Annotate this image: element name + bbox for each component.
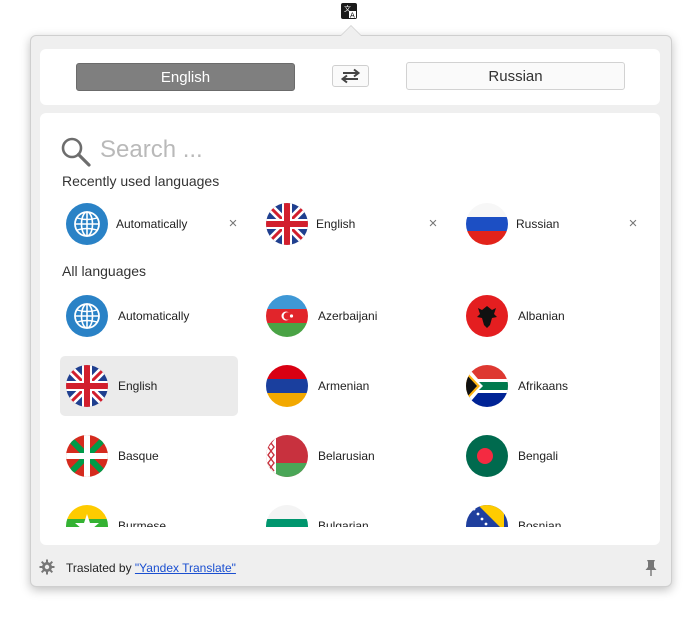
language-item-label: Bulgarian xyxy=(318,519,369,527)
language-item-label: Bengali xyxy=(518,449,559,463)
translate-icon[interactable]: 文 A xyxy=(341,3,357,20)
bulgaria-flag-icon xyxy=(266,505,308,527)
russia-flag-icon xyxy=(466,203,508,245)
all-languages-title: All languages xyxy=(62,263,147,279)
language-item-label: Azerbaijani xyxy=(318,309,378,323)
language-item-label: Automatically xyxy=(118,309,190,323)
recent-item-automatically[interactable]: Automatically xyxy=(60,194,238,254)
language-item-label: Belarusian xyxy=(318,449,375,463)
language-item-label: Basque xyxy=(118,449,159,463)
search-input[interactable] xyxy=(100,133,620,167)
globe-icon xyxy=(66,295,108,337)
albania-flag-icon xyxy=(466,295,508,337)
language-item-armenian[interactable]: Armenian xyxy=(260,356,438,416)
language-item-bulgarian[interactable]: Bulgarian xyxy=(260,496,438,527)
uk-flag-icon xyxy=(266,203,308,245)
language-item-bengali[interactable]: Bengali xyxy=(460,426,638,486)
target-language-button[interactable]: Russian xyxy=(406,62,625,90)
recent-item-english[interactable]: English xyxy=(260,194,438,254)
recent-languages-title: Recently used languages xyxy=(62,173,220,189)
source-language-button[interactable]: English xyxy=(76,63,295,91)
language-item-albanian[interactable]: Albanian xyxy=(460,286,638,346)
basque-flag-icon xyxy=(66,435,108,477)
recent-item-russian[interactable]: Russian xyxy=(460,194,638,254)
language-item-basque[interactable]: Basque xyxy=(60,426,238,486)
language-item-afrikaans[interactable]: Afrikaans xyxy=(460,356,638,416)
footer-prefix: Traslated by xyxy=(66,561,135,575)
search-icon xyxy=(60,136,92,168)
language-item-belarusian[interactable]: Belarusian xyxy=(260,426,438,486)
recent-item-label: English xyxy=(316,217,356,231)
language-item-label: Bosnian xyxy=(518,519,562,527)
language-item-burmese[interactable]: Burmese xyxy=(60,496,238,527)
recent-item-label: Russian xyxy=(516,217,560,231)
swap-languages-button[interactable] xyxy=(332,65,369,87)
remove-recent-automatically-button[interactable]: × xyxy=(227,216,239,231)
remove-recent-russian-button[interactable]: × xyxy=(627,216,639,231)
svg-text:A: A xyxy=(350,12,355,20)
language-list-clip: Burmese Bulgarian Bosnian xyxy=(40,496,660,527)
pin-icon[interactable] xyxy=(644,559,658,577)
yandex-translate-link[interactable]: "Yandex Translate" xyxy=(135,561,236,575)
south-africa-flag-icon xyxy=(466,365,508,407)
language-item-azerbaijani[interactable]: Azerbaijani xyxy=(260,286,438,346)
language-item-automatically[interactable]: Automatically xyxy=(60,286,238,346)
language-item-label: Afrikaans xyxy=(518,379,569,393)
swap-arrows-icon xyxy=(340,68,361,84)
armenia-flag-icon xyxy=(266,365,308,407)
footer-attribution: Traslated by "Yandex Translate" xyxy=(66,561,236,575)
gear-icon[interactable] xyxy=(39,559,55,575)
myanmar-flag-icon xyxy=(66,505,108,527)
belarus-flag-icon xyxy=(266,435,308,477)
bosnia-flag-icon xyxy=(466,505,508,527)
language-item-label: Burmese xyxy=(118,519,167,527)
language-item-label: Armenian xyxy=(318,379,370,393)
remove-recent-english-button[interactable]: × xyxy=(427,216,439,231)
globe-icon xyxy=(66,203,108,245)
language-item-label: English xyxy=(118,379,158,393)
bangladesh-flag-icon xyxy=(466,435,508,477)
language-item-label: Albanian xyxy=(518,309,565,323)
uk-flag-icon xyxy=(66,365,108,407)
language-item-bosnian[interactable]: Bosnian xyxy=(460,496,638,527)
language-item-english[interactable]: English xyxy=(60,356,238,416)
recent-item-label: Automatically xyxy=(116,217,188,231)
azerbaijan-flag-icon xyxy=(266,295,308,337)
